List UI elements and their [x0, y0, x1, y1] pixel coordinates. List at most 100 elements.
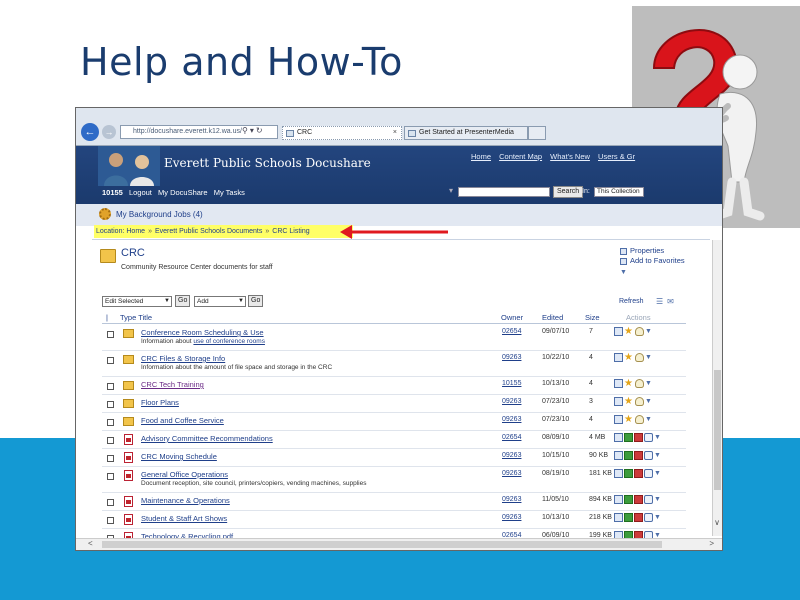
row-checkbox[interactable] [107, 401, 114, 408]
scroll-right-icon[interactable]: > [709, 539, 714, 548]
breadcrumb-documents[interactable]: Everett Public Schools Documents [155, 228, 262, 235]
scroll-thumb[interactable] [102, 541, 662, 548]
chevron-down-icon[interactable]: ▼ [645, 397, 654, 406]
chevron-down-icon[interactable]: ▼ [620, 269, 627, 276]
nav-home[interactable]: Home [471, 152, 491, 161]
tab-crc[interactable]: CRC × [282, 126, 402, 140]
chevron-down-icon[interactable]: ▼ [654, 513, 663, 522]
properties-icon[interactable] [614, 353, 623, 362]
row-title-link[interactable]: Food and Coffee Service [141, 416, 224, 425]
header-owner[interactable]: Owner [501, 313, 523, 322]
comment-icon[interactable] [644, 495, 653, 504]
properties-icon[interactable] [614, 495, 623, 504]
subscribe-icon[interactable] [635, 397, 644, 406]
chevron-down-icon[interactable]: ▼ [645, 415, 654, 424]
row-owner-link[interactable]: 02654 [502, 434, 521, 441]
chevron-down-icon[interactable]: ▼ [654, 451, 663, 460]
row-owner-link[interactable]: 10155 [502, 380, 521, 387]
nav-users-groups[interactable]: Users & Gr [598, 152, 635, 161]
go-button-edit[interactable]: Go [175, 295, 191, 307]
header-size[interactable]: Size [585, 313, 600, 322]
add-to-favorites-link[interactable]: Add to Favorites [620, 256, 685, 266]
row-title-link[interactable]: CRC Files & Storage Info [141, 354, 225, 363]
close-icon[interactable]: × [393, 127, 397, 139]
back-arrow-icon[interactable]: ← [81, 123, 99, 141]
scroll-down-icon[interactable]: ∨ [714, 518, 720, 527]
delete-icon[interactable] [634, 433, 643, 442]
download-icon[interactable] [624, 469, 633, 478]
download-icon[interactable] [624, 451, 633, 460]
my-docushare-link[interactable]: My DocuShare [158, 188, 208, 197]
properties-icon[interactable] [614, 397, 623, 406]
tab-presentermedia[interactable]: Get Started at PresenterMedia [404, 126, 528, 140]
subscribe-icon[interactable] [635, 379, 644, 388]
comment-icon[interactable] [644, 469, 653, 478]
chevron-down-icon[interactable]: ▼ [654, 433, 663, 442]
delete-icon[interactable] [634, 451, 643, 460]
row-checkbox[interactable] [107, 473, 114, 480]
breadcrumb-home[interactable]: Home [126, 228, 145, 235]
breadcrumb-crc-listing[interactable]: CRC Listing [272, 228, 309, 235]
vertical-scrollbar[interactable] [712, 240, 722, 536]
row-checkbox[interactable] [107, 455, 114, 462]
my-tasks-link[interactable]: My Tasks [214, 188, 245, 197]
scroll-thumb[interactable] [714, 370, 721, 490]
star-icon[interactable]: ★ [624, 397, 634, 407]
go-button-add[interactable]: Go [248, 295, 264, 307]
row-owner-link[interactable]: 09263 [502, 452, 521, 459]
logout-link[interactable]: Logout [129, 188, 152, 197]
row-title-link[interactable]: CRC Tech Training [141, 380, 204, 389]
star-icon[interactable]: ★ [624, 353, 634, 363]
subscribe-icon[interactable] [635, 327, 644, 336]
row-owner-link[interactable]: 09263 [502, 470, 521, 477]
horizontal-scrollbar[interactable]: < > [76, 538, 722, 550]
row-title-link[interactable]: Conference Room Scheduling & Use [141, 328, 264, 337]
chevron-down-icon[interactable]: ▼ [654, 495, 663, 504]
row-checkbox[interactable] [107, 331, 114, 338]
header-type-title[interactable]: Type Title [120, 313, 152, 322]
row-title-link[interactable]: Student & Staff Art Shows [141, 514, 227, 523]
properties-link[interactable]: Properties [620, 246, 685, 256]
row-checkbox[interactable] [107, 419, 114, 426]
properties-icon[interactable] [614, 451, 623, 460]
row-checkbox[interactable] [107, 357, 114, 364]
download-icon[interactable] [624, 513, 633, 522]
delete-icon[interactable] [634, 495, 643, 504]
row-title-link[interactable]: Maintenance & Operations [141, 496, 230, 505]
properties-icon[interactable] [614, 469, 623, 478]
row-description-link[interactable]: use of conference rooms [193, 338, 265, 345]
background-jobs-link[interactable]: My Background Jobs (4) [116, 210, 203, 219]
row-owner-link[interactable]: 09263 [502, 416, 521, 423]
view-options-icon[interactable]: ☰✉ [656, 297, 678, 306]
header-edited[interactable]: Edited [542, 313, 563, 322]
row-title-link[interactable]: Floor Plans [141, 398, 179, 407]
scroll-left-icon[interactable]: < [88, 539, 93, 548]
search-dropdown-icon[interactable]: ▾ [449, 186, 453, 195]
row-title-link[interactable]: General Office Operations [141, 470, 228, 479]
row-owner-link[interactable]: 09263 [502, 354, 521, 361]
row-checkbox[interactable] [107, 383, 114, 390]
delete-icon[interactable] [634, 469, 643, 478]
row-checkbox[interactable] [107, 499, 114, 506]
properties-icon[interactable] [614, 327, 623, 336]
chevron-down-icon[interactable]: ▼ [654, 469, 663, 478]
edit-selected-select[interactable]: Edit Selected ▼ [102, 296, 172, 307]
row-checkbox[interactable] [107, 437, 114, 444]
delete-icon[interactable] [634, 513, 643, 522]
chevron-down-icon[interactable]: ▼ [645, 379, 654, 388]
properties-icon[interactable] [614, 513, 623, 522]
comment-icon[interactable] [644, 433, 653, 442]
row-title-link[interactable]: CRC Moving Schedule [141, 452, 217, 461]
properties-icon[interactable] [614, 415, 623, 424]
download-icon[interactable] [624, 495, 633, 504]
search-scope-select[interactable]: This Collection [594, 187, 644, 197]
add-select[interactable]: Add ▼ [194, 296, 246, 307]
download-icon[interactable] [624, 433, 633, 442]
row-title-link[interactable]: Advisory Committee Recommendations [141, 434, 273, 443]
properties-icon[interactable] [614, 433, 623, 442]
comment-icon[interactable] [644, 513, 653, 522]
new-tab-button[interactable] [528, 126, 546, 140]
chevron-down-icon[interactable]: ▼ [645, 327, 654, 336]
address-tools-icon[interactable]: ⚲▾↻ [242, 126, 265, 135]
chevron-down-icon[interactable]: ▼ [645, 353, 654, 362]
